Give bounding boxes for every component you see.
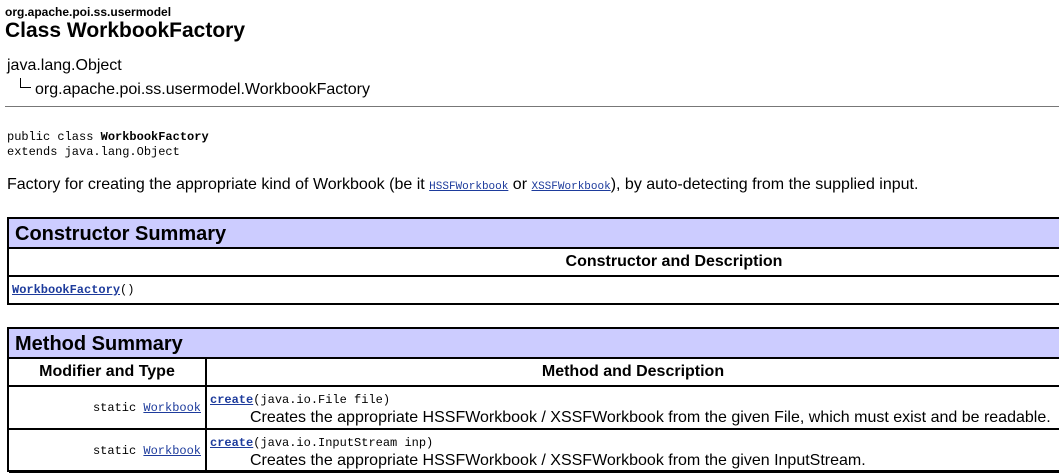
- package-label: org.apache.poi.ss.usermodel: [5, 5, 172, 19]
- method-description: Creates the appropriate HSSFWorkbook / X…: [250, 452, 866, 469]
- constructor-summary-heading: Constructor Summary: [9, 219, 1059, 249]
- declaration-prefix: public class: [7, 130, 101, 144]
- class-declaration: public class WorkbookFactory extends jav…: [7, 130, 209, 160]
- constructor-row: WorkbookFactory(): [9, 277, 1059, 303]
- description-text-post: ), by auto-detecting from the supplied i…: [610, 176, 919, 193]
- constructor-column-header: Constructor and Description: [9, 249, 1059, 277]
- divider: [5, 106, 1059, 107]
- method-params: (java.io.InputStream inp): [253, 436, 434, 450]
- method-description: Creates the appropriate HSSFWorkbook / X…: [250, 409, 1051, 426]
- modifier-text: static: [92, 400, 144, 415]
- method-summary-heading: Method Summary: [9, 329, 1059, 359]
- inheritance-child-line: org.apache.poi.ss.usermodel.WorkbookFact…: [20, 78, 370, 99]
- class-description: Factory for creating the appropriate kin…: [7, 176, 918, 194]
- method-cell: create(java.io.InputStream inp) Creates …: [207, 430, 1059, 471]
- method-column-headers: Modifier and Type Method and Description: [9, 359, 1059, 387]
- return-type-link[interactable]: Workbook: [143, 444, 201, 458]
- method-row: static Workbook create(java.io.File file…: [9, 387, 1059, 430]
- method-summary-table: Method Summary Modifier and Type Method …: [7, 327, 1059, 473]
- page-title: Class WorkbookFactory: [5, 19, 246, 42]
- modifier-cell: static Workbook: [9, 430, 207, 471]
- tree-connector-icon: [20, 78, 31, 88]
- method-description-header: Method and Description: [541, 363, 725, 380]
- return-type-link[interactable]: Workbook: [143, 401, 201, 415]
- constructor-summary-table: Constructor Summary Constructor and Desc…: [7, 217, 1059, 305]
- description-text-mid: or: [508, 176, 532, 193]
- hssfworkbook-link[interactable]: HSSFWorkbook: [429, 181, 508, 193]
- declaration-extends: extends java.lang.Object: [7, 145, 180, 159]
- modifier-text: static: [92, 443, 144, 458]
- method-params: (java.io.File file): [253, 393, 391, 407]
- xssfworkbook-link[interactable]: XSSFWorkbook: [531, 181, 610, 193]
- method-link[interactable]: create: [210, 436, 253, 450]
- description-text-pre: Factory for creating the appropriate kin…: [7, 176, 430, 193]
- constructor-args: (): [120, 283, 135, 297]
- modifier-cell: static Workbook: [9, 387, 207, 428]
- constructor-link[interactable]: WorkbookFactory: [12, 283, 120, 297]
- declaration-class-name: WorkbookFactory: [100, 130, 209, 144]
- inheritance-child: org.apache.poi.ss.usermodel.WorkbookFact…: [35, 81, 370, 98]
- method-cell: create(java.io.File file) Creates the ap…: [207, 387, 1059, 428]
- inheritance-parent: java.lang.Object: [7, 57, 122, 74]
- method-link[interactable]: create: [210, 393, 253, 407]
- modifier-type-header: Modifier and Type: [9, 359, 207, 385]
